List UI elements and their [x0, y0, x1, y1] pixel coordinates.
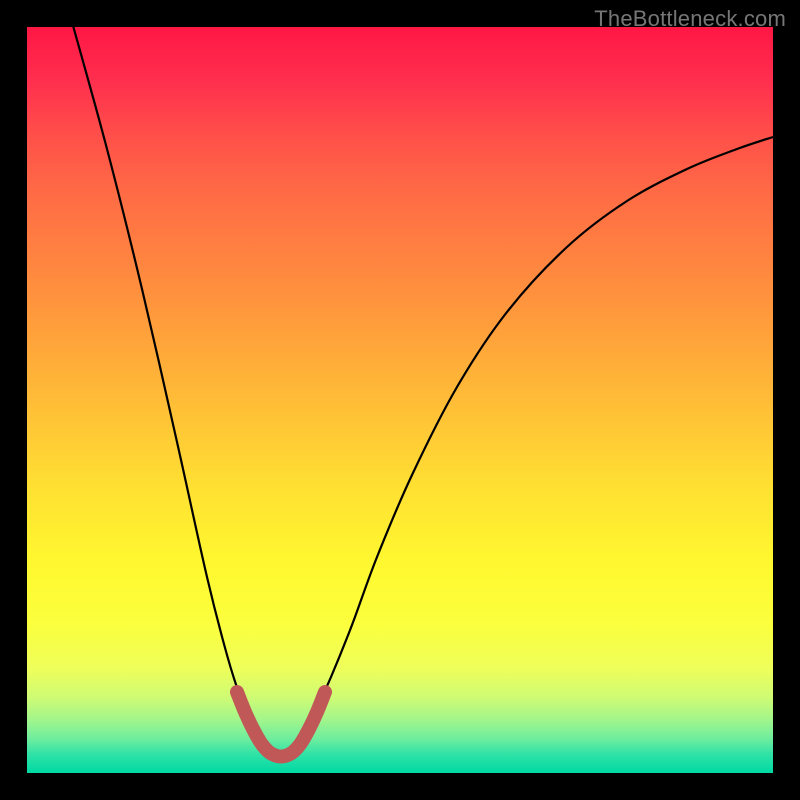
- watermark-text: TheBottleneck.com: [594, 6, 786, 32]
- bottleneck-valley-overlay: [237, 692, 325, 757]
- chart-frame: TheBottleneck.com: [0, 0, 800, 800]
- curve-layer: [27, 27, 773, 773]
- plot-area: [27, 27, 773, 773]
- bottleneck-curve: [72, 27, 773, 760]
